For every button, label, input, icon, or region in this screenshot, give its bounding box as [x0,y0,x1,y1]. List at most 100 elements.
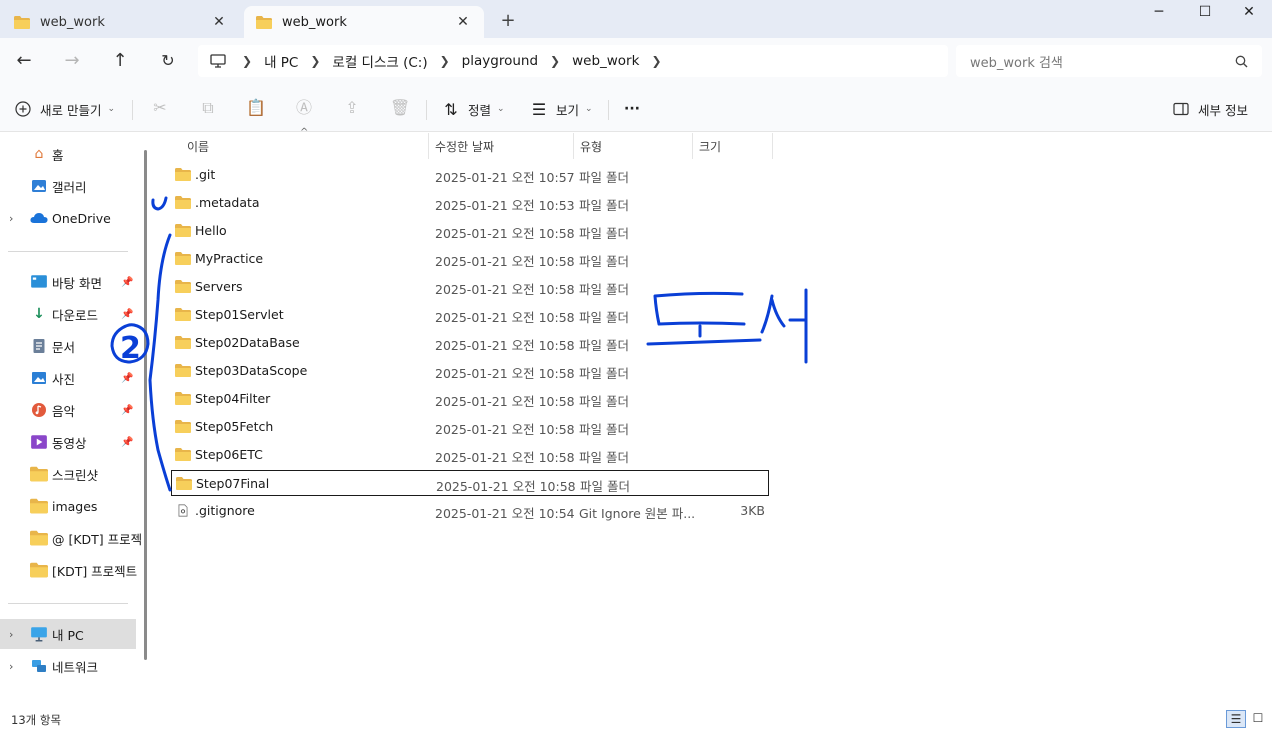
sidebar-item-screenshots[interactable]: 스크린샷 [0,459,136,489]
file-type: 파일 폴더 [579,394,629,409]
pin-icon[interactable]: 📌 [121,437,133,448]
file-list: ^ 이름 수정한 날짜 유형 크기 .git 2025-01-21 오전 10:5… [155,127,1272,708]
file-modified: 2025-01-21 오전 10:53 [435,198,575,213]
details-view-icon[interactable]: ☰ [1226,710,1246,728]
search-icon [1235,55,1248,67]
sidebar-item-documents[interactable]: 문서 [0,331,136,361]
copy-icon[interactable]: ⧉ [198,99,218,119]
sidebar-item-label: 갤러리 [52,179,87,195]
sidebar-item-pictures[interactable]: 사진 📌 [0,363,136,393]
file-name: Step03DataScope [195,363,308,378]
file-row[interactable]: Step05Fetch 2025-01-21 오전 10:58 파일 폴더 [171,414,769,440]
sidebar-item-music[interactable]: 음악 📌 [0,395,136,425]
paste-icon[interactable]: 📋 [246,99,266,119]
sidebar-item-onedrive[interactable]: › OneDrive [0,203,136,233]
chevron-right-icon[interactable]: › [9,212,13,225]
cut-icon[interactable]: ✂ [150,99,170,119]
tab-label: web_work [282,14,347,30]
sidebar-item-downloads[interactable]: ↓ 다운로드 📌 [0,299,136,329]
sidebar-item-desktop[interactable]: 바탕 화면 📌 [0,267,136,297]
sidebar-scrollbar[interactable] [144,150,147,660]
share-icon[interactable]: ⇪ [342,99,362,119]
file-type: 파일 폴더 [579,366,629,381]
file-row[interactable]: Step03DataScope 2025-01-21 오전 10:58 파일 폴더 [171,358,769,384]
large-icons-view-icon[interactable]: ☐ [1248,710,1268,728]
file-type: 파일 폴더 [579,338,629,353]
file-row[interactable]: MyPractice 2025-01-21 오전 10:58 파일 폴더 [171,246,769,272]
breadcrumb-web-work[interactable]: web_work [572,53,639,69]
file-modified: 2025-01-21 오전 10:58 [436,479,576,494]
file-row[interactable]: Step02DataBase 2025-01-21 오전 10:58 파일 폴더 [171,330,769,356]
rename-icon[interactable]: Ⓐ [294,99,314,119]
sidebar-item-this-pc[interactable]: › 내 PC [0,619,136,649]
chevron-right-icon[interactable]: › [9,628,13,641]
close-tab-icon[interactable]: ✕ [210,14,228,30]
breadcrumb-playground[interactable]: playground [462,53,538,69]
search-placeholder: web_work 검색 [970,55,1063,71]
sidebar-divider [8,251,128,252]
file-row[interactable]: Step01Servlet 2025-01-21 오전 10:58 파일 폴더 [171,302,769,328]
column-header-modified[interactable]: 수정한 날짜 [429,133,574,159]
breadcrumb-pc[interactable]: 내 PC [264,51,298,71]
column-header-size[interactable]: 크기 [693,133,773,159]
file-type: 파일 폴더 [580,479,630,494]
cloud-icon [30,213,48,223]
pin-icon[interactable]: 📌 [121,373,133,384]
file-row[interactable]: Hello 2025-01-21 오전 10:58 파일 폴더 [171,218,769,244]
close-window-button[interactable]: ✕ [1226,0,1272,26]
details-pane-button[interactable]: 세부 정보 [1172,96,1248,122]
file-type: 파일 폴더 [579,254,629,269]
sidebar-item-network[interactable]: › 네트워크 [0,651,136,681]
breadcrumb-local-disk[interactable]: 로컬 디스크 (C:) [332,51,427,71]
sidebar-item-videos[interactable]: 동영상 📌 [0,427,136,457]
maximize-button[interactable]: ☐ [1182,0,1228,26]
sidebar-item-kdt-project[interactable]: [KDT] 프로젝트 [0,555,137,585]
forward-arrow-icon[interactable]: → [58,48,86,76]
sidebar-item-home[interactable]: ⌂ 홈 [0,139,136,169]
file-row[interactable]: .metadata 2025-01-21 오전 10:53 파일 폴더 [171,190,769,216]
gallery-icon [32,180,46,192]
view-button[interactable]: ☰ 보기 ⌄ [530,96,593,122]
column-header-type[interactable]: 유형 [574,133,693,159]
chevron-right-icon[interactable]: ❯ [651,54,661,68]
pin-icon[interactable]: 📌 [121,277,133,288]
file-row[interactable]: Step06ETC 2025-01-21 오전 10:58 파일 폴더 [171,442,769,468]
file-name: Step01Servlet [195,307,284,322]
status-bar: 13개 항목 ☰ ☐ [0,708,1272,731]
minimize-button[interactable]: ─ [1136,0,1182,26]
pin-icon[interactable]: 📌 [121,309,133,320]
close-tab-icon[interactable]: ✕ [454,14,472,30]
file-row[interactable]: Step04Filter 2025-01-21 오전 10:58 파일 폴더 [171,386,769,412]
refresh-icon[interactable]: ↻ [154,48,182,76]
pin-icon[interactable]: 📌 [121,405,133,416]
chevron-right-icon: ❯ [550,54,561,68]
delete-icon[interactable]: 🗑 [390,99,410,119]
pc-icon [31,627,47,642]
chevron-right-icon: ❯ [310,54,321,68]
new-tab-button[interactable]: + [496,10,520,34]
tab-web-work-2-active[interactable]: web_work ✕ [244,6,484,38]
file-row[interactable]: .git 2025-01-21 오전 10:57 파일 폴더 [171,162,769,188]
address-bar[interactable]: ❯ 내 PC ❯ 로컬 디스크 (C:) ❯ playground ❯ web_… [198,45,948,77]
back-arrow-icon[interactable]: ← [10,48,38,76]
pictures-icon [32,372,46,384]
search-box[interactable]: web_work 검색 [956,45,1262,77]
sidebar-item-gallery[interactable]: 갤러리 [0,171,136,201]
file-size: 3KB [740,503,765,518]
sidebar-item-images[interactable]: images [0,491,136,521]
file-type: 파일 폴더 [579,226,629,241]
chevron-right-icon: ❯ [439,54,450,68]
file-row[interactable]: Step07Final 2025-01-21 오전 10:58 파일 폴더 [171,470,769,496]
chevron-right-icon[interactable]: › [9,660,13,673]
sort-icon: ⇅ [444,99,458,119]
more-options-button[interactable]: ··· [624,96,640,122]
new-button[interactable]: 새로 만들기 ⌄ [14,96,115,122]
tab-label: web_work [40,14,105,30]
tab-web-work-1[interactable]: web_work ✕ [2,6,240,38]
file-row[interactable]: .gitignore 2025-01-21 오전 10:54 Git Ignore … [171,498,769,524]
file-row[interactable]: Servers 2025-01-21 오전 10:58 파일 폴더 [171,274,769,300]
column-header-name[interactable]: 이름 [181,133,429,159]
up-arrow-icon[interactable]: ↑ [106,48,134,76]
sort-button[interactable]: ⇅ 정렬 ⌄ [442,96,504,122]
sidebar-item-kdt-project-at[interactable]: @ [KDT] 프로젝 [0,523,142,553]
